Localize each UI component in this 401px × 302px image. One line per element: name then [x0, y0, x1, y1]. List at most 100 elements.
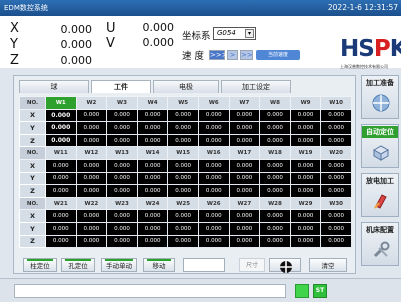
- offset-cell[interactable]: 0.000: [197, 209, 230, 223]
- move-button[interactable]: 移动: [143, 258, 175, 272]
- offset-cell[interactable]: 0.000: [106, 133, 138, 148]
- offset-cell[interactable]: 0.000: [75, 133, 108, 148]
- column-header-w7[interactable]: W7: [228, 96, 261, 110]
- offset-cell[interactable]: 0.000: [167, 158, 199, 173]
- offset-cell[interactable]: 0.000: [197, 234, 230, 249]
- offset-cell[interactable]: 0.000: [136, 221, 169, 236]
- offset-cell[interactable]: 0.000: [289, 209, 322, 223]
- offset-cell[interactable]: 0.000: [289, 158, 322, 173]
- side-edm-machining-button[interactable]: 放电加工: [361, 173, 399, 217]
- column-header-w8[interactable]: W8: [259, 96, 291, 110]
- offset-cell[interactable]: 0.000: [136, 209, 169, 223]
- offset-cell[interactable]: 0.000: [75, 121, 108, 135]
- offset-cell[interactable]: 0.000: [320, 133, 352, 148]
- column-header-w25[interactable]: W25: [167, 196, 199, 211]
- offset-cell[interactable]: 0.000: [106, 234, 138, 249]
- offset-cell[interactable]: 0.000: [75, 108, 108, 123]
- column-header-w6[interactable]: W6: [197, 96, 230, 110]
- offset-cell[interactable]: 0.000: [106, 171, 138, 186]
- offset-cell[interactable]: 0.000: [259, 171, 291, 186]
- offset-cell[interactable]: 0.000: [45, 133, 77, 148]
- column-header-w12[interactable]: W12: [75, 146, 108, 160]
- offset-cell[interactable]: 0.000: [320, 171, 352, 186]
- offset-cell[interactable]: 0.000: [45, 209, 77, 223]
- offset-cell[interactable]: 0.000: [106, 209, 138, 223]
- manual-jog-button[interactable]: 手动单动: [101, 258, 137, 272]
- offset-cell[interactable]: 0.000: [289, 184, 322, 198]
- column-header-w22[interactable]: W22: [75, 196, 108, 211]
- column-header-w28[interactable]: W28: [259, 196, 291, 211]
- offset-cell[interactable]: 0.000: [289, 108, 322, 123]
- offset-cell[interactable]: 0.000: [289, 234, 322, 249]
- offset-cell[interactable]: 0.000: [136, 171, 169, 186]
- column-header-w5[interactable]: W5: [167, 96, 199, 110]
- offset-cell[interactable]: 0.000: [259, 209, 291, 223]
- offset-cell[interactable]: 0.000: [228, 158, 261, 173]
- offset-cell[interactable]: 0.000: [106, 158, 138, 173]
- offset-cell[interactable]: 0.000: [197, 171, 230, 186]
- offset-cell[interactable]: 0.000: [45, 171, 77, 186]
- offset-cell[interactable]: 0.000: [228, 108, 261, 123]
- offset-cell[interactable]: 0.000: [197, 108, 230, 123]
- size-button[interactable]: 尺寸: [239, 258, 265, 272]
- offset-cell[interactable]: 0.000: [197, 184, 230, 198]
- offset-cell[interactable]: 0.000: [136, 133, 169, 148]
- offset-cell[interactable]: 0.000: [167, 234, 199, 249]
- offset-cell[interactable]: 0.000: [320, 209, 352, 223]
- offset-cell[interactable]: 0.000: [228, 133, 261, 148]
- offset-cell[interactable]: 0.000: [320, 121, 352, 135]
- speed-fast-button[interactable]: >>>: [209, 50, 228, 60]
- offset-cell[interactable]: 0.000: [106, 221, 138, 236]
- offset-cell[interactable]: 0.000: [45, 221, 77, 236]
- column-header-w14[interactable]: W14: [136, 146, 169, 160]
- column-header-w19[interactable]: W19: [289, 146, 322, 160]
- offset-cell[interactable]: 0.000: [197, 121, 230, 135]
- offset-cell[interactable]: 0.000: [320, 184, 352, 198]
- column-header-w4[interactable]: W4: [136, 96, 169, 110]
- coordinate-system-select[interactable]: G054 ▾: [213, 27, 256, 40]
- offset-cell[interactable]: 0.000: [136, 184, 169, 198]
- side-machining-prep-button[interactable]: 加工准备: [361, 75, 399, 119]
- offset-cell[interactable]: 0.000: [289, 121, 322, 135]
- column-header-w26[interactable]: W26: [197, 196, 230, 211]
- offset-cell[interactable]: 0.000: [45, 158, 77, 173]
- offset-cell[interactable]: 0.000: [320, 158, 352, 173]
- offset-cell[interactable]: 0.000: [259, 234, 291, 249]
- column-header-w20[interactable]: W20: [320, 146, 352, 160]
- offset-cell[interactable]: 0.000: [136, 234, 169, 249]
- side-auto-locate-button[interactable]: 自动定位: [361, 124, 399, 168]
- column-header-w16[interactable]: W16: [197, 146, 230, 160]
- offset-cell[interactable]: 0.000: [45, 234, 77, 249]
- offset-cell[interactable]: 0.000: [45, 184, 77, 198]
- offset-cell[interactable]: 0.000: [228, 234, 261, 249]
- offset-cell[interactable]: 0.000: [228, 221, 261, 236]
- speed-medium-button[interactable]: >>: [240, 50, 253, 60]
- edge-locate-button[interactable]: 柱定位: [23, 258, 57, 272]
- column-header-w23[interactable]: W23: [106, 196, 138, 211]
- speed-slow-button[interactable]: >: [227, 50, 238, 60]
- column-header-w3[interactable]: W3: [106, 96, 138, 110]
- hole-locate-button[interactable]: 孔定位: [61, 258, 95, 272]
- offset-cell[interactable]: 0.000: [75, 209, 108, 223]
- offset-cell[interactable]: 0.000: [167, 209, 199, 223]
- offset-cell[interactable]: 0.000: [106, 121, 138, 135]
- offset-cell[interactable]: 0.000: [259, 158, 291, 173]
- offset-cell[interactable]: 0.000: [320, 108, 352, 123]
- offset-cell[interactable]: 0.000: [320, 234, 352, 249]
- center-target-button[interactable]: [269, 258, 301, 273]
- offset-cell[interactable]: 0.000: [75, 184, 108, 198]
- offset-cell[interactable]: 0.000: [136, 158, 169, 173]
- offset-cell[interactable]: 0.000: [197, 221, 230, 236]
- offset-cell[interactable]: 0.000: [75, 158, 108, 173]
- offset-cell[interactable]: 0.000: [259, 184, 291, 198]
- offset-cell[interactable]: 0.000: [259, 221, 291, 236]
- offset-cell[interactable]: 0.000: [259, 121, 291, 135]
- column-header-w15[interactable]: W15: [167, 146, 199, 160]
- tab-machining-settings[interactable]: 加工设定: [221, 80, 291, 93]
- offset-cell[interactable]: 0.000: [167, 108, 199, 123]
- column-header-w29[interactable]: W29: [289, 196, 322, 211]
- offset-cell[interactable]: 0.000: [106, 108, 138, 123]
- offset-cell[interactable]: 0.000: [167, 133, 199, 148]
- offset-cell[interactable]: 0.000: [45, 121, 77, 135]
- offset-cell[interactable]: 0.000: [75, 234, 108, 249]
